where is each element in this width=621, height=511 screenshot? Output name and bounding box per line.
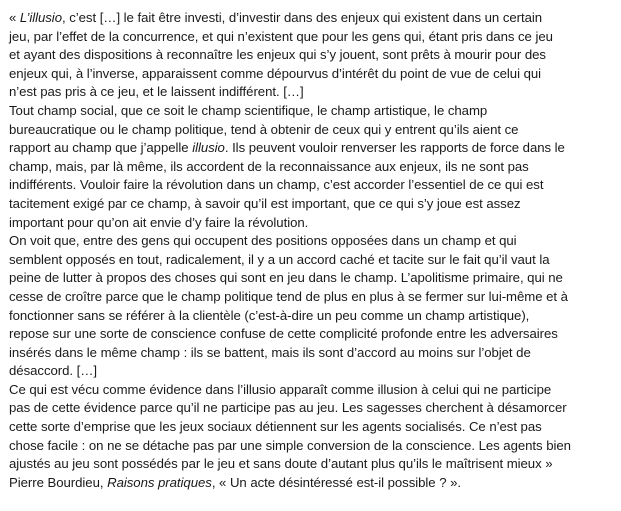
text-segment: indifférents. Vouloir faire la révolutio… (9, 177, 544, 193)
text-line: peine de lutter à propos des choses qui … (9, 269, 615, 288)
text-line: important pour qu’on ait envie d’y faire… (9, 214, 615, 233)
text-line: et ayant des dispositions à reconnaître … (9, 46, 615, 65)
text-line: repose sur une sorte de conscience confu… (9, 325, 615, 344)
text-line: « L’illusio, c’est […] le fait être inve… (9, 9, 615, 28)
text-segment: enjeux qui, à l’inverse, apparaissent co… (9, 65, 542, 81)
text-segment: , c’est […] le fait être investi, d’inve… (61, 10, 543, 25)
text-line: semblent opposés en tout, radicalement, … (9, 251, 615, 270)
text-segment: repose sur une sorte de conscience confu… (9, 326, 558, 342)
text-segment: chose facile : on ne se détache pas par … (9, 437, 571, 453)
text-segment: ajustés au jeu sont possédés par le jeu … (9, 456, 553, 472)
text-segment: fonctionner sans se référer à la clientè… (9, 307, 530, 323)
text-line: rapport au champ que j’appelle illusio. … (9, 139, 615, 158)
text-segment: , « Un acte désintéressé est-il possible… (211, 474, 462, 490)
text-segment: « (9, 10, 20, 25)
text-segment: semblent opposés en tout, radicalement, … (9, 251, 550, 267)
text-segment: bureaucratique ou le champ politique, te… (9, 121, 519, 137)
italic-text-segment: illusio (192, 140, 225, 156)
text-segment: n’est pas pris à ce jeu, et le laissent … (9, 84, 304, 100)
text-line: insérés dans le même champ : ils se batt… (9, 344, 615, 363)
text-segment: cette sorte d’emprise que les jeux socia… (9, 419, 542, 435)
text-line: tacitement exigé par ce champ, à savoir … (9, 195, 615, 214)
text-segment: désaccord. […] (9, 363, 97, 379)
text-line: jeu, par l’effet de la concurrence, et q… (9, 28, 615, 47)
text-segment: On voit que, entre des gens qui occupent… (9, 233, 517, 249)
text-segment: tacitement exigé par ce champ, à savoir … (9, 195, 521, 211)
text-line: champ, mais, par là même, ils accordent … (9, 158, 615, 177)
text-line: chose facile : on ne se détache pas par … (9, 437, 615, 456)
text-line: pas de cette évidence parce qu’il ne par… (9, 399, 615, 418)
text-segment: peine de lutter à propos des choses qui … (9, 270, 563, 286)
text-line: fonctionner sans se référer à la clientè… (9, 307, 615, 326)
text-segment: cesse de croître parce que le champ poli… (9, 288, 568, 304)
text-segment: pas de cette évidence parce qu’il ne par… (9, 400, 567, 416)
text-line: cesse de croître parce que le champ poli… (9, 288, 615, 307)
text-segment: . Ils peuvent vouloir renverser les rapp… (224, 140, 565, 156)
text-segment: Pierre Bourdieu, (9, 474, 108, 490)
text-line: On voit que, entre des gens qui occupent… (9, 232, 615, 251)
text-line: n’est pas pris à ce jeu, et le laissent … (9, 83, 615, 102)
italic-text-segment: Raisons pratiques (107, 474, 212, 490)
text-segment: champ, mais, par là même, ils accordent … (9, 158, 529, 174)
text-segment: insérés dans le même champ : ils se batt… (9, 344, 531, 360)
text-line: indifférents. Vouloir faire la révolutio… (9, 176, 615, 195)
text-line: Tout champ social, que ce soit le champ … (9, 102, 615, 121)
text-segment: important pour qu’on ait envie d’y faire… (9, 214, 309, 230)
text-segment: et ayant des dispositions à reconnaître … (9, 47, 546, 63)
text-line: désaccord. […] (9, 362, 615, 381)
text-line: Pierre Bourdieu, Raisons pratiques, « Un… (9, 474, 615, 493)
text-segment: rapport au champ que j’appelle (9, 140, 193, 156)
text-line: bureaucratique ou le champ politique, te… (9, 121, 615, 140)
text-segment: jeu, par l’effet de la concurrence, et q… (9, 28, 553, 44)
text-line: ajustés au jeu sont possédés par le jeu … (9, 455, 615, 474)
italic-text-segment: L’illusio (19, 10, 62, 25)
text-segment: Ce qui est vécu comme évidence dans l’il… (9, 381, 552, 397)
quotation-text-block: « L’illusio, c’est […] le fait être inve… (9, 9, 615, 492)
text-line: cette sorte d’emprise que les jeux socia… (9, 418, 615, 437)
text-line: enjeux qui, à l’inverse, apparaissent co… (9, 65, 615, 84)
text-line: Ce qui est vécu comme évidence dans l’il… (9, 381, 615, 400)
text-segment: Tout champ social, que ce soit le champ … (9, 102, 488, 118)
